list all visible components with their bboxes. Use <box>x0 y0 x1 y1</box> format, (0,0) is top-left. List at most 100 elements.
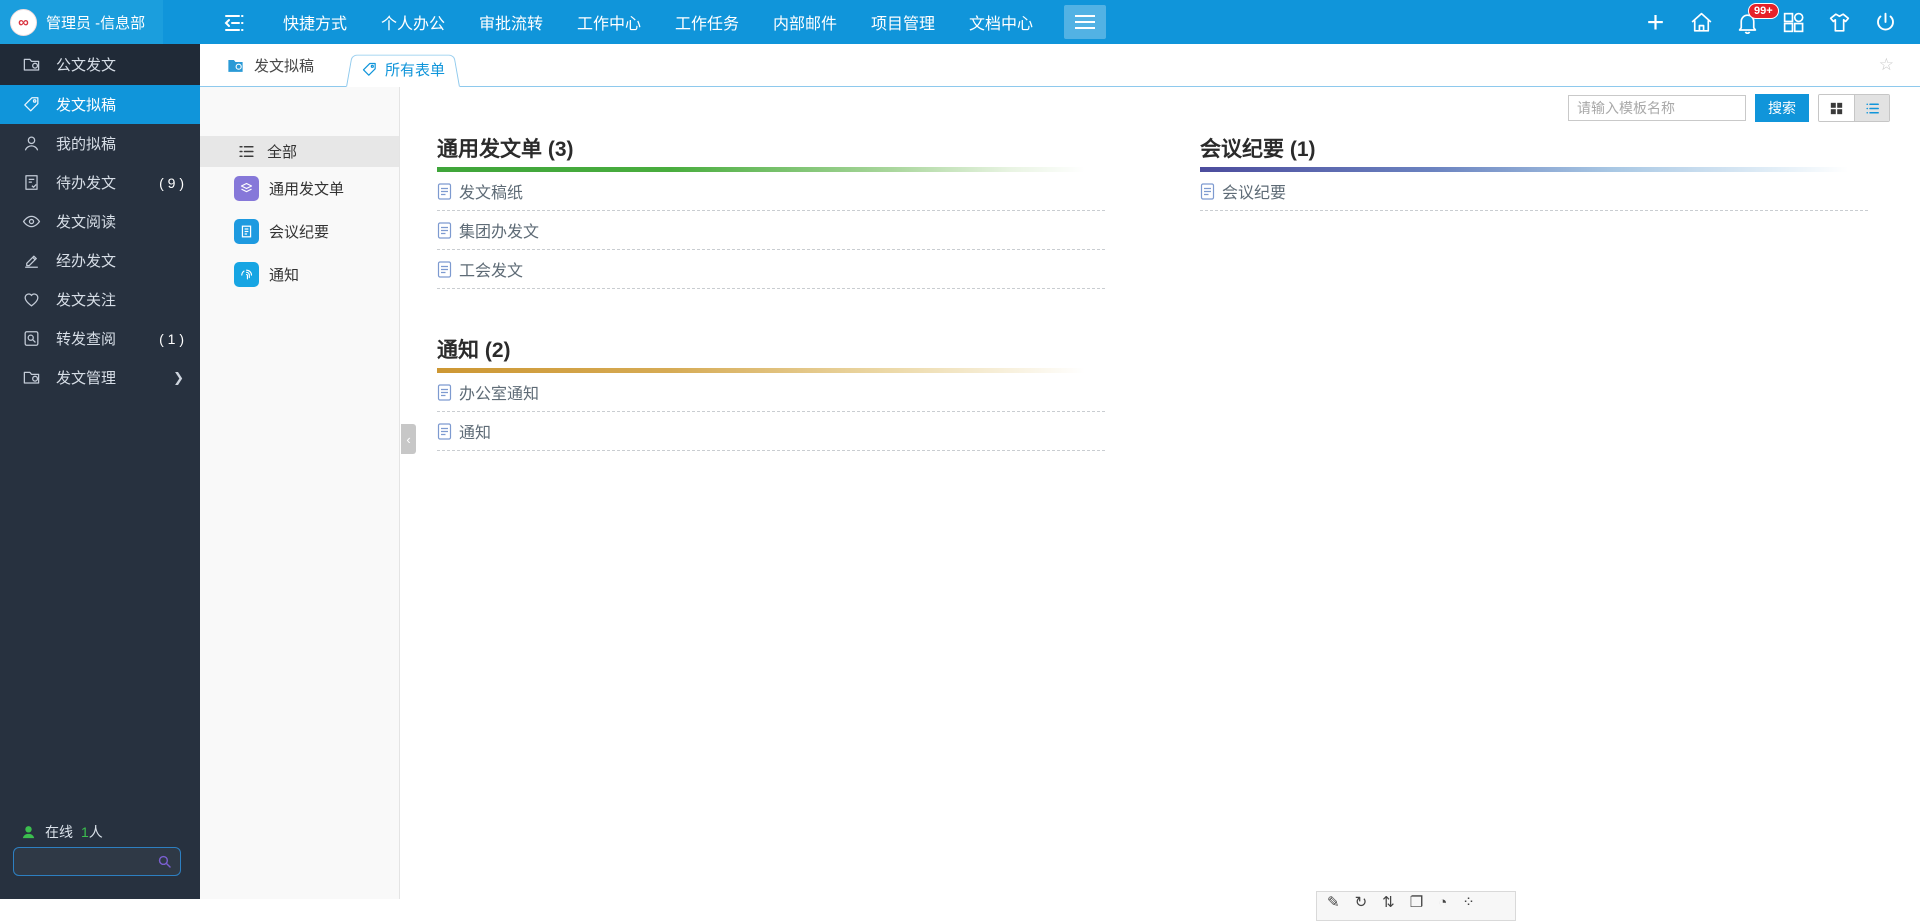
doc-icon <box>437 221 452 239</box>
item-count-badge: ( 9 ) <box>159 174 184 191</box>
category-item-all[interactable]: 全部 <box>200 136 399 167</box>
sidebar-item-label: 发文阅读 <box>56 214 117 231</box>
sidebar-item-label: 公文发文 <box>56 57 117 74</box>
toolbar-icon[interactable]: ✎ <box>1327 894 1340 920</box>
sidebar-item-wode-nigao[interactable]: 我的拟稿 <box>0 124 200 163</box>
menu-collapse-icon[interactable] <box>222 11 246 33</box>
nav-item-personal[interactable]: 个人办公 <box>364 0 462 44</box>
category-item-general-dispatch[interactable]: 通用发文单 <box>200 167 399 210</box>
toolbar-icon[interactable]: ◔ <box>1438 894 1447 920</box>
doc-icon <box>437 182 452 200</box>
tag-icon <box>361 61 378 78</box>
sidebar-item-label: 发文关注 <box>56 292 117 309</box>
topbar: ∞ 管理员 -信息部 快捷方式 个人办公 审批流转 工作中心 工作任务 内部邮件… <box>0 0 1920 44</box>
template-item-label: 会议纪要 <box>1222 185 1287 202</box>
toolbar-icon[interactable]: ⇅ <box>1382 894 1395 920</box>
template-item[interactable]: 办公室通知 <box>437 373 1105 412</box>
tab-all-forms-active[interactable]: 所有表单 <box>346 51 460 87</box>
section-notice: 通知 (2) 办公室通知 通知 <box>437 338 1105 451</box>
tag-icon <box>22 95 41 114</box>
doc-search-icon <box>22 329 41 348</box>
toolbar-icon[interactable]: ↻ <box>1355 894 1368 920</box>
notifications-bell-icon[interactable]: 99+ <box>1735 2 1779 35</box>
notify-icon <box>234 262 259 287</box>
nav-item-approval[interactable]: 审批流转 <box>462 0 560 44</box>
sidebar-item-fawen-guanzhu[interactable]: 发文关注 <box>0 280 200 319</box>
plus-icon[interactable]: + <box>1643 7 1668 37</box>
template-item-label: 工会发文 <box>459 263 524 280</box>
template-item[interactable]: 工会发文 <box>437 250 1105 289</box>
sidebar-item-gongwen-fawen[interactable]: 公文发文 <box>0 44 200 85</box>
apps-grid-icon[interactable] <box>1781 10 1806 35</box>
topbar-brand: ∞ 管理员 -信息部 <box>0 0 163 44</box>
online-user-icon <box>20 824 37 841</box>
template-item[interactable]: 通知 <box>437 412 1105 451</box>
sidebar-item-jingban-fawen[interactable]: 经办发文 <box>0 241 200 280</box>
toolbar-icon[interactable]: ⁘ <box>1462 894 1475 920</box>
notification-badge: 99+ <box>1748 2 1779 19</box>
toolbar-icon[interactable]: ❐ <box>1410 894 1423 920</box>
sidebar-item-fawen-yuedu[interactable]: 发文阅读 <box>0 202 200 241</box>
nav-item-quick[interactable]: 快捷方式 <box>266 0 364 44</box>
category-item-notice[interactable]: 通知 <box>200 253 399 296</box>
nav-item-workcenter[interactable]: 工作中心 <box>560 0 658 44</box>
user-title: 管理员 -信息部 <box>46 14 146 32</box>
sidebar-item-zhuanfa-chayue[interactable]: 转发查阅 ( 1 ) <box>0 319 200 358</box>
nav-item-projects[interactable]: 项目管理 <box>854 0 952 44</box>
doc-check-icon <box>22 173 41 192</box>
topbar-icons: + 99+ <box>1643 0 1920 44</box>
section-meeting-minutes: 会议纪要 (1) 会议纪要 <box>1200 137 1868 211</box>
section-title: 通知 (2) <box>437 339 511 362</box>
nav-item-tasks[interactable]: 工作任务 <box>658 0 756 44</box>
tabbar: 发文拟稿 所有表单 ☆ <box>200 44 1920 87</box>
search-icon[interactable] <box>156 853 173 870</box>
tab-label: 发文拟稿 <box>254 57 315 75</box>
online-label: 在线 <box>45 824 73 840</box>
doc-icon <box>437 383 452 401</box>
theme-shirt-icon[interactable] <box>1827 10 1852 35</box>
document-icon <box>234 219 259 244</box>
category-item-meeting-minutes[interactable]: 会议纪要 <box>200 210 399 253</box>
category-label: 通知 <box>269 267 300 284</box>
sidebar-item-label: 转发查阅 <box>56 331 117 348</box>
hamburger-menu-button[interactable] <box>1064 5 1106 39</box>
folder-icon <box>22 368 41 387</box>
template-search-controls: 搜索 <box>1568 94 1890 122</box>
list-icon <box>237 142 256 161</box>
doc-icon <box>1200 182 1215 200</box>
online-count-and-suffix: 1人 <box>81 822 103 842</box>
home-icon[interactable] <box>1689 10 1714 35</box>
category-label: 全部 <box>267 144 298 161</box>
chevron-right-icon: ❯ <box>173 369 184 385</box>
template-category-sidebar: 全部 通用发文单 会议纪要 通知 <box>200 87 400 899</box>
sidebar-item-fawen-guanli[interactable]: 发文管理 ❯ <box>0 358 200 397</box>
sidebar-collapse-handle[interactable]: ‹ <box>401 424 416 454</box>
template-search-input[interactable] <box>1568 95 1746 121</box>
sidebar-item-daiban-fawen[interactable]: 待办发文 ( 9 ) <box>0 163 200 202</box>
power-logout-icon[interactable] <box>1873 10 1898 35</box>
section-general-dispatch: 通用发文单 (3) 发文稿纸 集团办发文 工会发文 <box>437 137 1105 289</box>
sidebar-item-label: 我的拟稿 <box>56 136 117 153</box>
sidebar-item-label: 发文管理 <box>56 370 117 387</box>
sidebar-item-label: 待办发文 <box>56 175 117 192</box>
left-sidebar: 公文发文 发文拟稿 我的拟稿 待办发文 ( 9 ) 发文阅读 经办发文 发文关注… <box>0 44 200 899</box>
folder-icon <box>22 55 41 74</box>
sidebar-item-label: 经办发文 <box>56 253 117 270</box>
item-count-badge: ( 1 ) <box>159 330 184 347</box>
tab-label: 所有表单 <box>384 61 445 79</box>
list-view-button[interactable] <box>1854 95 1889 121</box>
favorite-star-icon[interactable]: ☆ <box>1879 55 1894 75</box>
sidebar-item-fawen-nigao[interactable]: 发文拟稿 <box>0 85 200 124</box>
app-logo-icon: ∞ <box>10 8 37 36</box>
search-button[interactable]: 搜索 <box>1755 94 1809 122</box>
nav-item-docs[interactable]: 文档中心 <box>952 0 1050 44</box>
grid-view-button[interactable] <box>1819 95 1854 121</box>
template-item[interactable]: 集团办发文 <box>437 211 1105 250</box>
online-suffix: 人 <box>88 824 103 840</box>
layers-icon <box>234 176 259 201</box>
tab-fawen-nigao[interactable]: 发文拟稿 <box>212 44 328 86</box>
nav-item-mail[interactable]: 内部邮件 <box>756 0 854 44</box>
template-item[interactable]: 会议纪要 <box>1200 172 1868 211</box>
online-status: 在线 1人 <box>20 822 103 842</box>
template-item[interactable]: 发文稿纸 <box>437 172 1105 211</box>
